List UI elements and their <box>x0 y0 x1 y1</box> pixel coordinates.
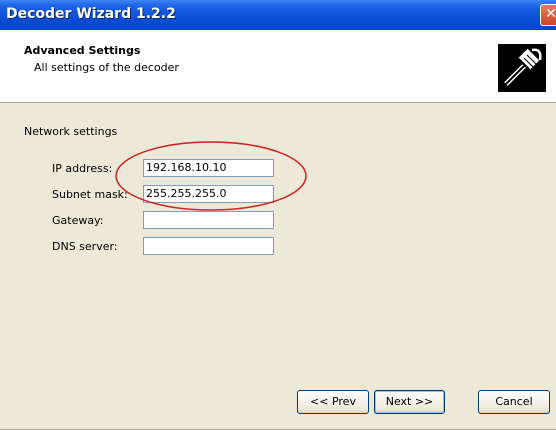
gateway-input[interactable] <box>143 211 274 229</box>
cancel-button[interactable]: Cancel <box>478 390 550 414</box>
close-icon: ✕ <box>545 6 556 22</box>
wizard-header: Advanced Settings All settings of the de… <box>0 30 556 103</box>
next-button[interactable]: Next >> <box>374 390 445 414</box>
ip-address-label: IP address: <box>52 162 113 175</box>
dns-server-label: DNS server: <box>52 240 118 253</box>
window-title: Decoder Wizard 1.2.2 <box>6 6 176 22</box>
network-settings-label: Network settings <box>24 125 118 138</box>
title-bar[interactable]: Decoder Wizard 1.2.2 ✕ <box>0 0 556 30</box>
prev-button[interactable]: << Prev <box>297 390 369 414</box>
dns-server-input[interactable] <box>143 237 274 255</box>
highlight-oval <box>115 141 307 211</box>
page-subtitle: All settings of the decoder <box>34 61 179 74</box>
network-cable-icon <box>498 44 546 92</box>
page-title: Advanced Settings <box>24 44 141 57</box>
close-button[interactable]: ✕ <box>540 4 556 26</box>
gateway-label: Gateway: <box>52 214 104 227</box>
